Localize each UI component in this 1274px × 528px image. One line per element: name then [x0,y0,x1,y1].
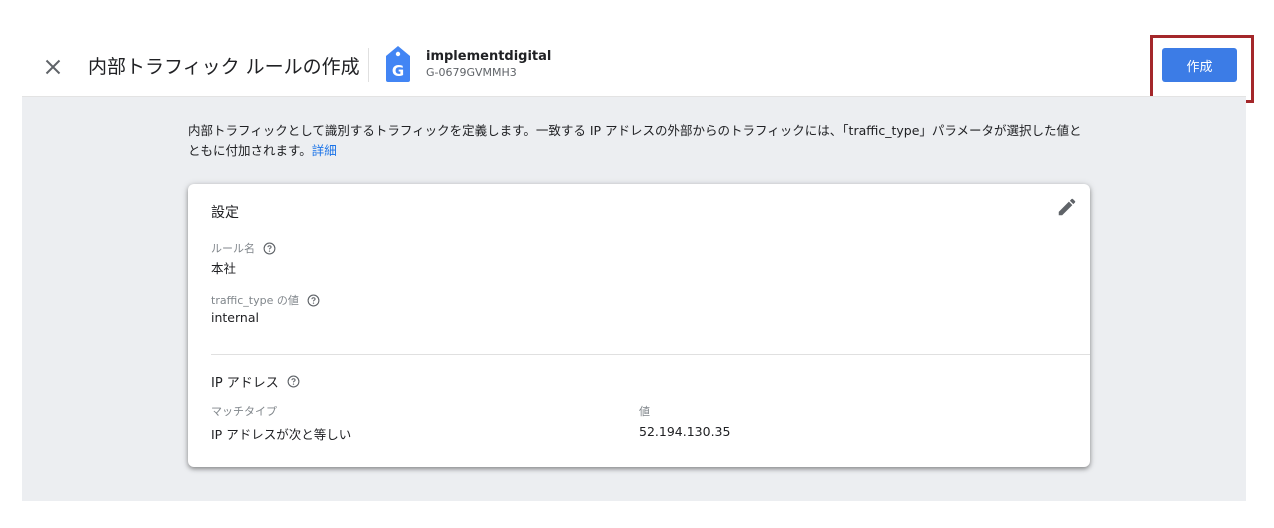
create-button[interactable]: 作成 [1162,48,1237,82]
edit-icon[interactable] [1056,196,1078,218]
property-id: G-0679GVMMH3 [426,66,517,79]
header: 内部トラフィック ルールの作成 G implementdigital G-067… [0,0,1274,103]
property-name: implementdigital [426,49,552,64]
match-type-label: マッチタイプ [211,405,277,418]
details-link[interactable]: 詳細 [312,143,337,158]
traffic-type-value: internal [211,310,259,325]
ip-value-label: 値 [639,405,650,418]
card-divider [211,354,1090,355]
match-type-value: IP アドレスが次と等しい [211,427,352,442]
help-icon[interactable] [307,294,320,307]
tag-icon-letter: G [392,62,404,80]
ip-section-title: IP アドレス [211,372,300,391]
page-title: 内部トラフィック ルールの作成 [88,56,360,78]
rule-name-label-text: ルール名 [211,242,255,255]
ip-section-title-text: IP アドレス [211,376,279,391]
page: 内部トラフィック ルールの作成 G implementdigital G-067… [0,0,1274,528]
settings-card: 設定 ルール名 本社 traffic_type の値 internal IP ア… [188,184,1090,467]
tag-icon: G [384,45,412,83]
help-icon[interactable] [263,242,276,255]
help-icon[interactable] [287,375,300,388]
rule-name-label: ルール名 [211,240,276,256]
card-title: 設定 [211,205,239,221]
traffic-type-label-text: traffic_type の値 [211,294,299,307]
main-content: 内部トラフィックとして識別するトラフィックを定義します。一致する IP アドレス… [22,96,1246,501]
description: 内部トラフィックとして識別するトラフィックを定義します。一致する IP アドレス… [188,121,1088,161]
rule-name-value: 本社 [211,261,237,276]
header-divider [368,48,369,82]
traffic-type-label: traffic_type の値 [211,292,320,308]
ip-value: 52.194.130.35 [639,424,731,439]
close-icon[interactable] [40,54,66,80]
